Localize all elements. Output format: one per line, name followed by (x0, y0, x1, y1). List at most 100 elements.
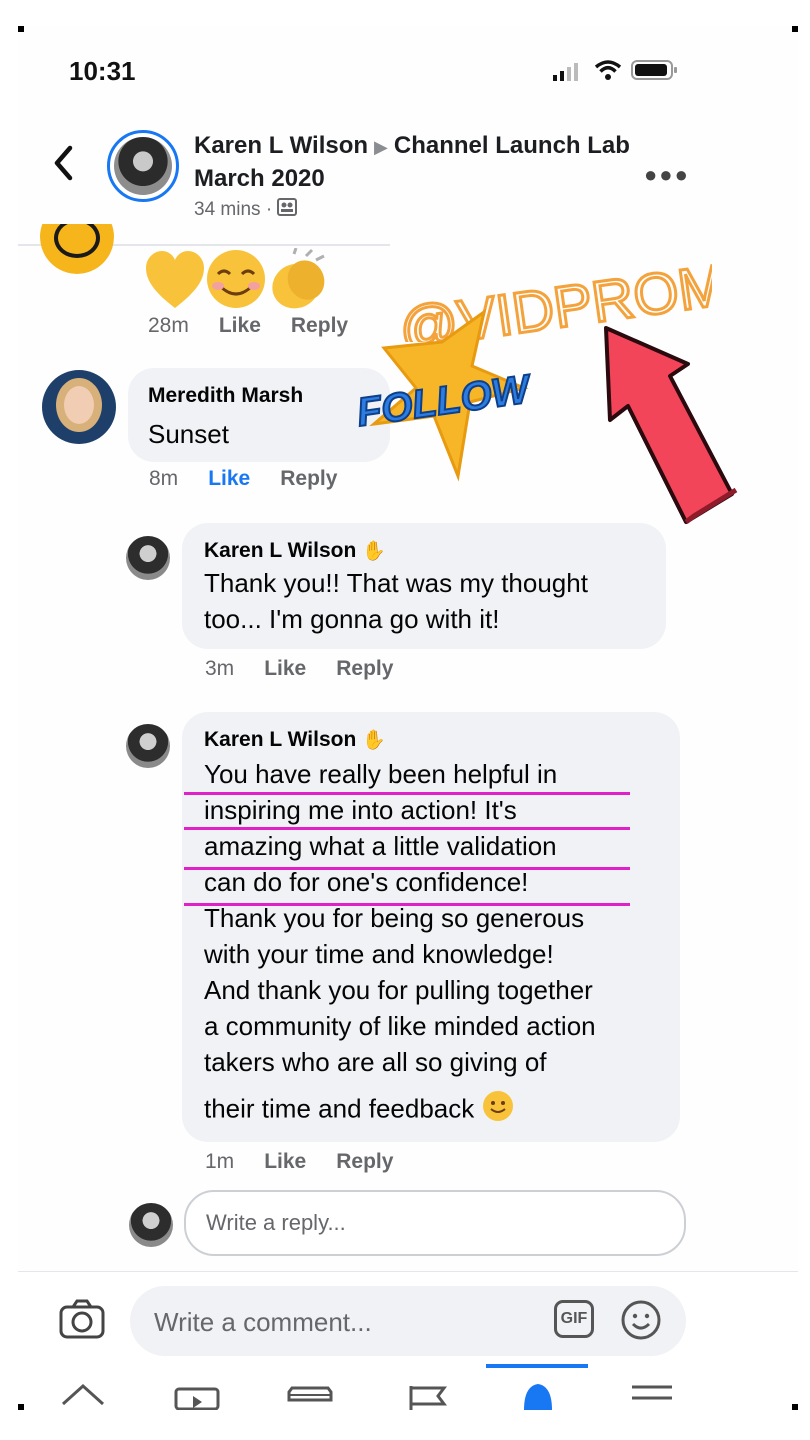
like-button[interactable]: Like (208, 467, 250, 490)
reply-time: 1m (205, 1150, 235, 1173)
notifications-icon (524, 1384, 552, 1410)
post-author[interactable]: Karen L Wilson (194, 132, 368, 159)
camera-icon (59, 1299, 105, 1339)
post-time: 34 mins (194, 199, 261, 221)
meta-separator: · (265, 199, 273, 221)
group-privacy-icon (277, 198, 298, 222)
commenter-avatar[interactable] (42, 370, 116, 444)
text-line: too... I'm gonna go with it! (204, 604, 500, 634)
current-user-avatar[interactable] (129, 1203, 173, 1247)
prev-like-button[interactable]: Like (219, 314, 261, 337)
reply-avatar[interactable] (126, 536, 170, 580)
slight-smile-icon (482, 1090, 514, 1131)
reply-author-row: Karen L Wilson ✋ (204, 539, 386, 563)
reply-bubble[interactable]: Karen L Wilson ✋ You have really been he… (182, 712, 680, 1142)
comment-placeholder: Write a comment... (154, 1307, 372, 1337)
wifi-icon (594, 59, 622, 86)
comment-time: 8m (149, 467, 179, 490)
gif-button[interactable]: GIF (554, 1300, 594, 1338)
reply-actions: 3m Like Reply (205, 657, 423, 681)
post-title[interactable]: Karen L Wilson ▶ Channel Launch Lab March … (194, 130, 634, 195)
comment-bar: Write a comment... GIF (18, 1271, 798, 1367)
gif-icon: GIF (560, 1310, 588, 1327)
reply-time: 3m (205, 657, 235, 680)
reply-placeholder: Write a reply... (206, 1210, 346, 1235)
follow-star-sticker: FOLLOW (353, 308, 554, 493)
reply-input[interactable]: Write a reply... (184, 1190, 686, 1256)
prev-comment-avatar[interactable] (40, 224, 114, 274)
menu-icon (632, 1385, 672, 1400)
reply-author[interactable]: Karen L Wilson (204, 539, 356, 562)
marketplace-icon (287, 1386, 333, 1402)
signal-icon (553, 62, 583, 87)
reply-button[interactable]: Reply (336, 1150, 393, 1173)
smiling-face-icon (207, 250, 265, 308)
back-icon (54, 145, 73, 181)
frame-corner (18, 26, 24, 32)
nav-marketplace[interactable] (286, 1386, 334, 1410)
reaction-emoji-row (144, 247, 334, 319)
nav-menu[interactable] (630, 1384, 674, 1410)
reply-button[interactable]: Reply (280, 467, 337, 490)
reply-bubble[interactable]: Karen L Wilson ✋ Thank you!! That was my… (182, 523, 666, 649)
bottom-nav (18, 1366, 798, 1410)
text-line-last: their time and feedback (204, 1090, 596, 1131)
text-line: a community of like minded action (204, 1011, 596, 1041)
battery-icon (631, 59, 679, 86)
comment-text: Sunset (148, 419, 229, 449)
admin-wave-icon: ✋ (362, 730, 386, 751)
text-line: their time and feedback (204, 1093, 475, 1124)
nav-notifications[interactable] (518, 1380, 558, 1410)
up-arrow-icon (604, 326, 738, 524)
highlight-underline (184, 903, 630, 906)
admin-wave-icon: ✋ (362, 541, 386, 562)
reply-actions: 1m Like Reply (205, 1150, 423, 1174)
like-button[interactable]: Like (264, 657, 306, 680)
reply-avatar[interactable] (126, 724, 170, 768)
reply-button[interactable]: Reply (336, 657, 393, 680)
post-meta: 34 mins · (194, 198, 298, 222)
nav-pages[interactable] (408, 1384, 448, 1410)
comment-bubble[interactable]: Meredith Marsh Sunset (128, 368, 390, 462)
yellow-heart-icon (146, 251, 204, 308)
comment-author[interactable]: Meredith Marsh (148, 384, 303, 408)
text-line: with your time and knowledge! (204, 939, 554, 969)
comment-actions: 8m Like Reply (149, 467, 367, 491)
text-line: You have really been helpful in (204, 759, 558, 789)
back-button[interactable] (52, 144, 74, 187)
reply-text: You have really been helpful in inspirin… (204, 756, 596, 1131)
highlight-underline (184, 827, 630, 830)
nav-watch[interactable] (174, 1386, 220, 1410)
text-line: amazing what a little validation (204, 831, 557, 861)
frame-corner (792, 1404, 798, 1410)
share-arrow-icon: ▶ (374, 137, 388, 157)
app-frame: 10:31 Karen L Wilson ▶ Channel Launch Lab … (18, 26, 798, 1410)
text-line: inspiring me into action! It's (204, 795, 517, 825)
frame-corner (18, 1404, 24, 1410)
watch-icon (174, 1387, 220, 1410)
reply-author-row: Karen L Wilson ✋ (204, 728, 386, 752)
header-avatar[interactable] (107, 130, 179, 202)
highlight-underline (184, 792, 630, 795)
reply-author[interactable]: Karen L Wilson (204, 728, 356, 751)
pages-icon (409, 1386, 447, 1410)
like-button[interactable]: Like (264, 1150, 306, 1173)
prev-reply-button[interactable]: Reply (291, 314, 348, 337)
emoji-icon (621, 1300, 661, 1340)
nav-home[interactable] (60, 1382, 106, 1410)
camera-button[interactable] (58, 1298, 106, 1345)
comment-input[interactable]: Write a comment... GIF (130, 1286, 686, 1356)
reply-text: Thank you!! That was my thought too... I… (204, 565, 588, 637)
text-line: And thank you for pulling together (204, 975, 593, 1005)
prev-comment-actions: 28m Like Reply (148, 314, 378, 338)
clapping-hands-icon (272, 247, 325, 309)
status-time: 10:31 (69, 56, 136, 86)
frame-corner (792, 26, 798, 32)
nav-active-indicator (486, 1364, 588, 1368)
prev-comment-time: 28m (148, 314, 189, 337)
text-line: takers who are all so giving of (204, 1047, 547, 1077)
emoji-button[interactable] (620, 1299, 662, 1346)
text-line: Thank you!! That was my thought (204, 568, 588, 598)
more-icon: ●●● (644, 162, 690, 187)
more-button[interactable]: ●●● (644, 162, 690, 188)
